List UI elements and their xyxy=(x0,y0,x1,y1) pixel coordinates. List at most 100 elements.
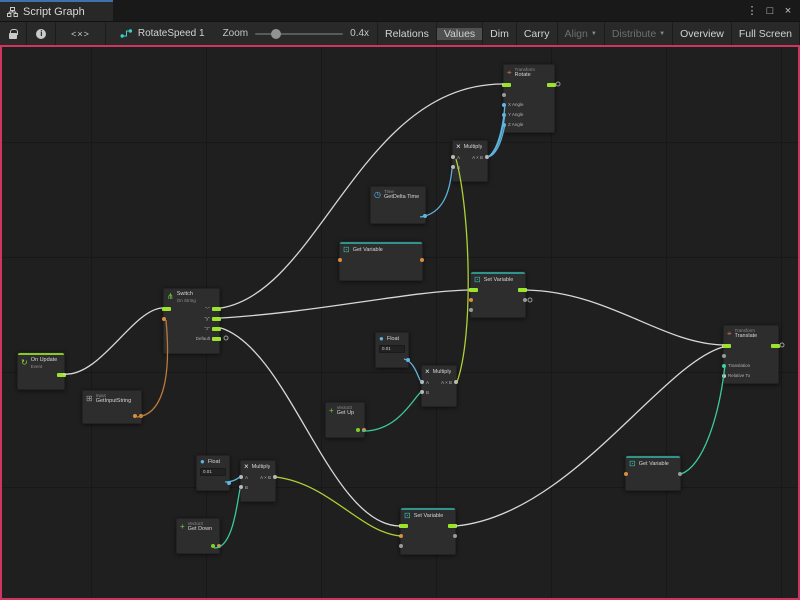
port-label: A × B xyxy=(260,475,271,480)
value-port[interactable] xyxy=(453,534,457,538)
node-vector3-get-down[interactable]: +Vector3Get Down xyxy=(176,518,220,554)
node-title: GetDelta Time xyxy=(384,194,419,201)
zoom-slider[interactable] xyxy=(255,33,343,35)
port-label: Y Angle xyxy=(508,112,523,117)
value-port[interactable] xyxy=(451,155,455,159)
zoom-slider-knob[interactable] xyxy=(271,29,281,39)
node-title: Float xyxy=(208,459,220,466)
toolbar-button-dim[interactable]: Dim xyxy=(483,28,516,40)
transform-icon: ⌖ xyxy=(727,330,732,338)
node-title: Get Down xyxy=(188,526,212,533)
graph-toolbar: i <×> RotateSpeed 1 Zoom 0.4x RelationsV… xyxy=(0,21,800,45)
port-label: Default xyxy=(196,336,210,341)
value-field[interactable]: 0.01 xyxy=(379,345,405,353)
value-port[interactable] xyxy=(399,544,403,548)
value-port[interactable] xyxy=(420,258,424,262)
multiply-icon: × xyxy=(456,143,461,151)
node-switch-on-string[interactable]: ⋔SwitchOn String"-""y""z"Default xyxy=(163,288,220,354)
graph-canvas[interactable]: ↻On UpdateEvent ⊞InputGetInputString ⋔Swit… xyxy=(0,45,800,600)
toolbar-button-distribute[interactable]: Distribute▼ xyxy=(605,28,672,40)
vector3-icon: + xyxy=(329,407,334,415)
toolbar-button-relations[interactable]: Relations xyxy=(378,28,436,40)
exec-port[interactable] xyxy=(547,83,556,87)
exec-port[interactable] xyxy=(518,288,527,292)
tab-label: Script Graph xyxy=(23,6,85,18)
window-controls: ⋮ □ × xyxy=(744,0,800,21)
node-title: GetInputString xyxy=(96,398,131,405)
port-label: Translation xyxy=(728,363,750,368)
node-get-variable-top[interactable]: ⊡Get Variable xyxy=(339,241,423,281)
node-float-mid[interactable]: ●Float 0.01 xyxy=(375,332,409,368)
value-port[interactable] xyxy=(338,258,342,262)
exec-port[interactable] xyxy=(162,307,171,311)
graph-breadcrumb[interactable]: RotateSpeed 1 xyxy=(106,22,215,45)
node-vector3-get-up[interactable]: +Vector3Get Up xyxy=(325,402,365,438)
port-label: B xyxy=(426,390,429,395)
node-get-variable-right[interactable]: ⊡Get Variable xyxy=(625,455,681,491)
exec-port[interactable] xyxy=(469,288,478,292)
value-port[interactable] xyxy=(133,414,137,418)
value-port[interactable] xyxy=(451,165,455,169)
close-icon[interactable]: × xyxy=(780,3,796,19)
info-icon: i xyxy=(36,29,46,39)
value-port[interactable] xyxy=(356,428,360,432)
zoom-value: 0.4x xyxy=(350,28,369,39)
node-title: Multiply xyxy=(464,144,483,151)
toolbar-button-full-screen[interactable]: Full Screen xyxy=(732,28,799,40)
value-port[interactable] xyxy=(162,317,166,321)
node-title: Translate xyxy=(735,333,758,340)
value-port[interactable] xyxy=(469,298,473,302)
exec-port[interactable] xyxy=(212,307,221,311)
port-label: A xyxy=(245,475,248,480)
node-title: Float xyxy=(387,336,399,343)
toolbar-button-overview[interactable]: Overview xyxy=(673,28,731,40)
graph-name: RotateSpeed 1 xyxy=(138,28,205,39)
variable-cube-icon: ⊡ xyxy=(343,246,350,254)
code-preview-button[interactable]: <×> xyxy=(56,22,106,45)
menu-icon[interactable]: ⋮ xyxy=(744,3,760,19)
value-port[interactable] xyxy=(469,308,473,312)
node-on-update[interactable]: ↻On UpdateEvent xyxy=(17,352,65,390)
event-loop-icon: ↻ xyxy=(21,359,28,367)
value-port[interactable] xyxy=(502,93,506,97)
vector3-icon: + xyxy=(180,523,185,531)
exec-port[interactable] xyxy=(771,344,780,348)
lock-icon xyxy=(9,33,17,39)
node-get-delta-time[interactable]: ◷TimeGetDelta Time xyxy=(370,186,426,224)
port-label: A × B xyxy=(441,380,452,385)
value-field[interactable]: 0.01 xyxy=(200,468,226,476)
node-multiply-top[interactable]: ×MultiplyAA × BB xyxy=(452,140,488,182)
node-float-bottom[interactable]: ●Float0.01 xyxy=(196,455,230,491)
float-icon: ● xyxy=(379,335,384,343)
exec-port[interactable] xyxy=(722,344,731,348)
tab-script-graph[interactable]: Script Graph xyxy=(0,0,113,21)
lock-button[interactable] xyxy=(0,22,27,45)
node-get-input-string[interactable]: ⊞InputGetInputString xyxy=(82,390,142,424)
script-graph-window: Script Graph ⋮ □ × i <×> RotateSpeed 1 Z xyxy=(0,0,800,600)
node-set-variable-bottom[interactable]: ⊡Set Variable xyxy=(400,507,456,555)
node-rotate[interactable]: ⌖TransformRotateX AngleY AngleZ Angle xyxy=(503,64,555,133)
exec-port[interactable] xyxy=(212,317,221,321)
exec-port[interactable] xyxy=(399,524,408,528)
input-device-icon: ⊞ xyxy=(86,395,93,403)
value-port[interactable] xyxy=(239,485,243,489)
node-translate[interactable]: ⌖TransformTranslateTranslationRelative T… xyxy=(723,325,779,384)
graph-tab-icon xyxy=(7,7,18,17)
maximize-icon[interactable]: □ xyxy=(762,3,778,19)
variable-cube-icon: ⊡ xyxy=(474,276,481,284)
exec-port[interactable] xyxy=(212,337,221,341)
info-button[interactable]: i xyxy=(27,22,56,45)
exec-port[interactable] xyxy=(212,327,221,331)
value-port[interactable] xyxy=(722,354,726,358)
exec-port[interactable] xyxy=(502,83,511,87)
toolbar-button-values[interactable]: Values xyxy=(437,28,482,40)
toolbar-button-align[interactable]: Align▼ xyxy=(558,28,604,40)
node-set-variable-mid[interactable]: ⊡Set Variable xyxy=(470,271,526,318)
toolbar-button-carry[interactable]: Carry xyxy=(517,28,557,40)
node-multiply-bottom[interactable]: ×MultiplyAA × BB xyxy=(240,460,276,502)
exec-port[interactable] xyxy=(448,524,457,528)
value-port[interactable] xyxy=(523,298,527,302)
port-label: Relative To xyxy=(728,373,750,378)
node-multiply-mid[interactable]: ×MultiplyAA × BB xyxy=(421,365,457,407)
value-port[interactable] xyxy=(624,472,628,476)
